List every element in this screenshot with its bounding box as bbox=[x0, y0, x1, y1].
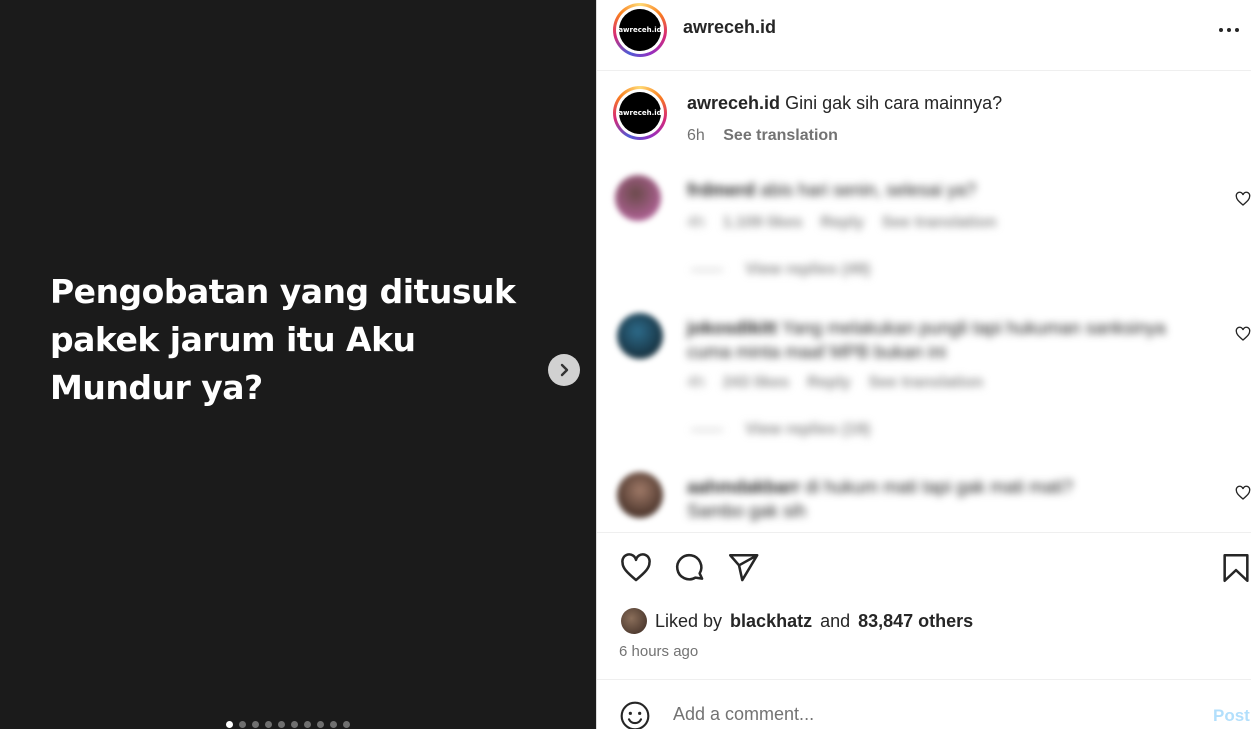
carousel-dot bbox=[291, 721, 298, 728]
caption: awreceh.id Gini gak sih cara mainnya? bbox=[687, 93, 1002, 114]
comment-body: abis hari senin, selesai ya? bbox=[760, 180, 977, 200]
view-replies[interactable]: —— View replies (49) bbox=[691, 261, 870, 279]
comment-time: 4h bbox=[687, 374, 705, 391]
post-timestamp[interactable]: 6 hours ago bbox=[619, 643, 698, 660]
see-translation-link[interactable]: See translation bbox=[723, 127, 838, 144]
view-replies-label[interactable]: View replies (49) bbox=[745, 261, 870, 278]
carousel-dot bbox=[278, 721, 285, 728]
comment-likes[interactable]: 1.109 likes bbox=[723, 214, 803, 231]
comment-time: 4h bbox=[687, 214, 705, 231]
post-button[interactable]: Post bbox=[1213, 706, 1250, 726]
view-replies[interactable]: —— View replies (19) bbox=[691, 421, 870, 439]
avatar-logo: awreceh.id bbox=[618, 92, 662, 134]
comment-text: aahmdakbarr di hukum mati tapi gak mati … bbox=[687, 475, 1073, 523]
comment-text: jokosdikitt Yang melakukan pungli tapi h… bbox=[687, 316, 1207, 364]
heart-icon[interactable] bbox=[1235, 485, 1251, 501]
post-details-panel: awreceh.id awreceh.id awreceh.id awreceh… bbox=[596, 0, 1251, 729]
post-header: awreceh.id awreceh.id bbox=[597, 0, 1251, 71]
comment-text: frdmerd abis hari senin, selesai ya? bbox=[687, 180, 976, 201]
emoji-icon[interactable] bbox=[619, 700, 651, 729]
comment-reply[interactable]: Reply bbox=[820, 214, 864, 231]
carousel-dot bbox=[265, 721, 272, 728]
caption-avatar[interactable]: awreceh.id bbox=[613, 86, 667, 140]
comment-username[interactable]: jokosdikitt bbox=[687, 318, 777, 338]
caption-time: 6h bbox=[687, 127, 705, 144]
caption-username[interactable]: awreceh.id bbox=[687, 93, 780, 113]
comment-input[interactable] bbox=[673, 704, 1173, 725]
send-icon[interactable] bbox=[726, 551, 760, 585]
likes-conj: and bbox=[820, 610, 851, 631]
comment-bar: Post bbox=[597, 679, 1251, 729]
comment-see-translation[interactable]: See translation bbox=[868, 374, 983, 391]
comment-username[interactable]: aahmdakbarr bbox=[687, 477, 800, 497]
likes-others[interactable]: 83,847 others bbox=[858, 611, 973, 632]
caption-meta: 6h See translation bbox=[687, 127, 852, 145]
carousel-dot bbox=[304, 721, 311, 728]
comment-body: di hukum mati tapi gak mati mati? bbox=[805, 477, 1074, 497]
comment-icon[interactable] bbox=[673, 551, 707, 585]
chevron-right-icon bbox=[560, 363, 569, 377]
header-username[interactable]: awreceh.id bbox=[683, 17, 776, 38]
next-slide-button[interactable] bbox=[548, 354, 580, 386]
comment-body-2: Sambo gak sih bbox=[687, 501, 807, 521]
heart-icon[interactable] bbox=[1235, 191, 1251, 207]
comment-reply[interactable]: Reply bbox=[807, 374, 851, 391]
avatar-logo: awreceh.id bbox=[618, 9, 662, 51]
carousel-dot bbox=[330, 721, 337, 728]
view-replies-label[interactable]: View replies (19) bbox=[745, 421, 870, 438]
more-horizontal-icon[interactable] bbox=[1217, 18, 1241, 42]
carousel-dot bbox=[252, 721, 259, 728]
likes-row: Liked by blackhatz and 83,847 others bbox=[621, 608, 973, 634]
carousel-dot bbox=[317, 721, 324, 728]
heart-icon[interactable] bbox=[1235, 326, 1251, 342]
divider bbox=[597, 532, 1251, 533]
comment-avatar[interactable] bbox=[617, 472, 663, 518]
comment-see-translation[interactable]: See translation bbox=[882, 214, 997, 231]
comment-avatar[interactable] bbox=[617, 313, 663, 359]
header-avatar[interactable]: awreceh.id bbox=[613, 3, 667, 57]
media-overlay-text: Pengobatan yang ditusuk pakek jarum itu … bbox=[50, 272, 516, 407]
caption-text: Gini gak sih cara mainnya? bbox=[785, 93, 1003, 113]
carousel-dot bbox=[226, 721, 233, 728]
comment-username[interactable]: frdmerd bbox=[687, 180, 755, 200]
carousel-dots bbox=[226, 721, 350, 728]
heart-icon[interactable] bbox=[619, 551, 653, 585]
likes-prefix: Liked by bbox=[655, 610, 723, 631]
liker-avatar[interactable] bbox=[621, 608, 647, 634]
liker-username[interactable]: blackhatz bbox=[730, 611, 812, 632]
comment-avatar[interactable] bbox=[615, 175, 661, 221]
bookmark-icon[interactable] bbox=[1219, 551, 1251, 585]
carousel-dot bbox=[343, 721, 350, 728]
comment-likes[interactable]: 243 likes bbox=[723, 374, 790, 391]
carousel-dot bbox=[239, 721, 246, 728]
post-media: Pengobatan yang ditusuk pakek jarum itu … bbox=[0, 0, 596, 729]
comment-meta: 4h 243 likes Reply See translation bbox=[687, 374, 983, 392]
comment-meta: 4h 1.109 likes Reply See translation bbox=[687, 214, 997, 232]
